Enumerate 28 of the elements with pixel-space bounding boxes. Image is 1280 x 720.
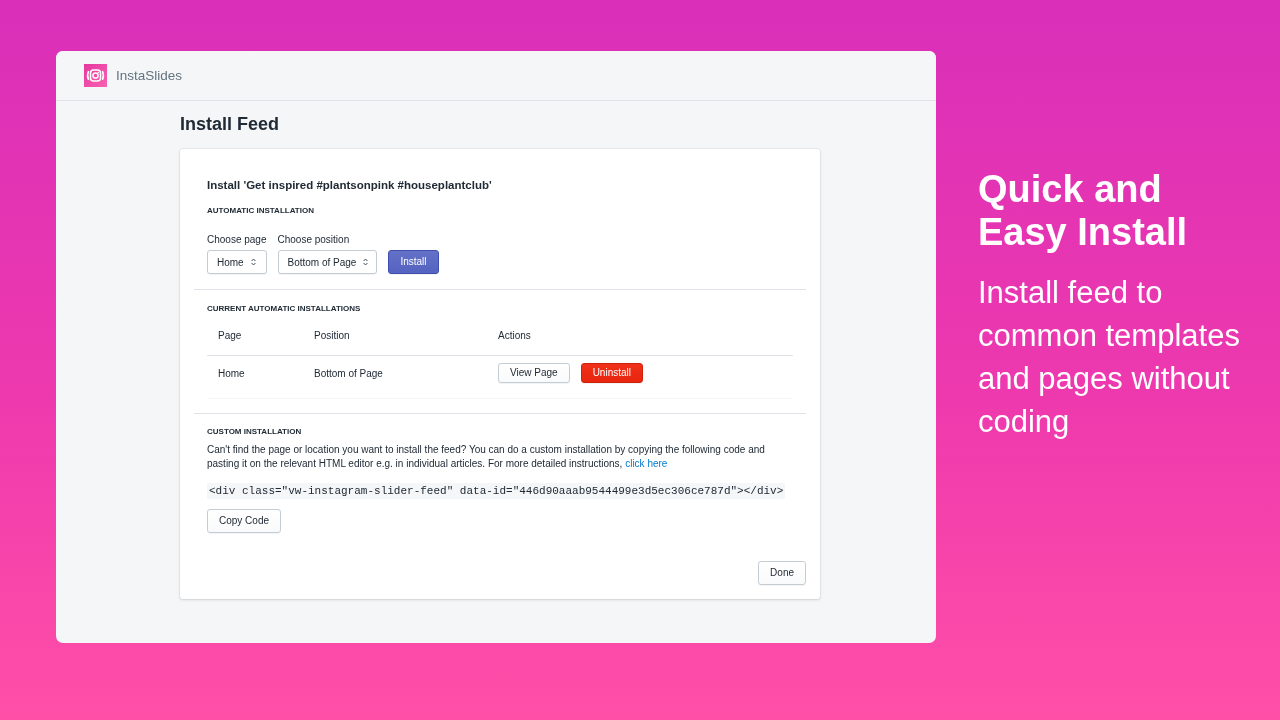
select-field[interactable]: Home (207, 250, 267, 274)
select-field[interactable]: Bottom of Page (277, 250, 378, 274)
updown-arrows-icon (363, 258, 369, 266)
instructions-link[interactable]: click here (625, 458, 668, 469)
page-title: Install Feed (180, 113, 281, 135)
table-cell: Home (218, 367, 245, 381)
column-header: Position (314, 329, 350, 343)
section-heading: CURRENT AUTOMATIC INSTALLATIONS (207, 303, 362, 315)
code-snippet: <div class="vw-instagram-slider-feed" data-id="446d90aaab9544499e3d5ec306ce787d"></div> (207, 483, 786, 499)
section-heading: CUSTOM INSTALLATION (207, 426, 303, 438)
app-name: InstaSlides (116, 67, 183, 84)
copy-code-button[interactable]: Copy Code (207, 509, 282, 533)
updown-arrows-icon (250, 258, 256, 266)
done-button[interactable]: Done (758, 561, 806, 585)
promo-heading: Quick and Easy Install (978, 168, 1189, 254)
instructions-text: Can't find the page or location you want to install the feed? You can do a custom installation by copying the following code and pasting it on the relevant HTML editor e.g. in individual articles. For more detailed instructions, click here (207, 443, 766, 471)
field-label: Choose position (277, 233, 351, 247)
card-title: Install 'Get inspired #plantsonpink #houseplantclub' (207, 178, 493, 193)
install-button[interactable]: Install (388, 250, 439, 274)
camera-logo-icon (84, 64, 107, 87)
field-label: Choose page (207, 233, 267, 247)
section-heading: AUTOMATIC INSTALLATION (207, 205, 315, 217)
promo-text: Install feed to common templates and pages without coding (978, 274, 1241, 441)
action-button[interactable]: View Page (498, 363, 570, 383)
table-cell: Bottom of Page (314, 367, 383, 381)
action-button[interactable]: Uninstall (580, 363, 643, 383)
column-header: Page (218, 329, 242, 343)
column-header: Actions (498, 329, 531, 343)
